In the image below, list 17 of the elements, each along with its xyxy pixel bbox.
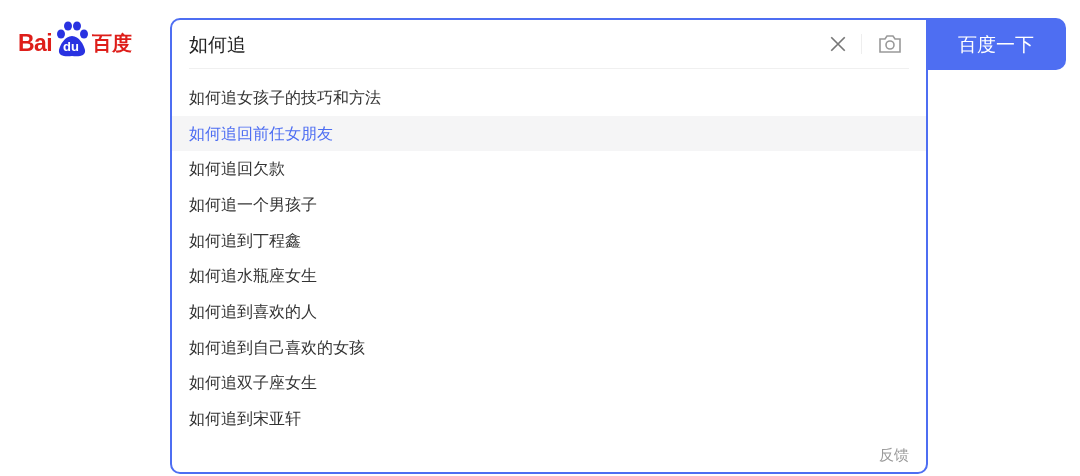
suggestion-item[interactable]: 如何追水瓶座女生 bbox=[172, 258, 926, 295]
suggestion-item[interactable]: 如何追一个男孩子 bbox=[172, 187, 926, 223]
suggestion-item[interactable]: 如何追女孩子的技巧和方法 bbox=[172, 80, 926, 116]
camera-icon[interactable] bbox=[878, 33, 902, 55]
close-icon[interactable] bbox=[829, 35, 847, 53]
logo-text: Bai bbox=[18, 31, 53, 55]
suggestion-item[interactable]: 如何追回欠款 bbox=[172, 151, 926, 188]
suggestion-item[interactable]: 如何追到丁程鑫 bbox=[172, 222, 926, 259]
logo-text: du bbox=[63, 40, 79, 53]
suggestion-item[interactable]: 如何追到喜欢的人 bbox=[172, 294, 926, 330]
suggestion-item[interactable]: 如何追回前任女朋友 bbox=[172, 115, 926, 152]
suggestion-item[interactable]: 如何追到自己喜欢的女孩 bbox=[172, 329, 926, 366]
suggestion-item[interactable]: 如何追双子座女生 bbox=[172, 365, 926, 402]
search-field[interactable]: 如何追 bbox=[189, 29, 829, 59]
search-button[interactable]: 百度一下 bbox=[926, 18, 1066, 70]
suggestion-item[interactable]: 如何追到宋亚轩 bbox=[172, 401, 926, 437]
logo-text: 百度 bbox=[92, 33, 133, 53]
